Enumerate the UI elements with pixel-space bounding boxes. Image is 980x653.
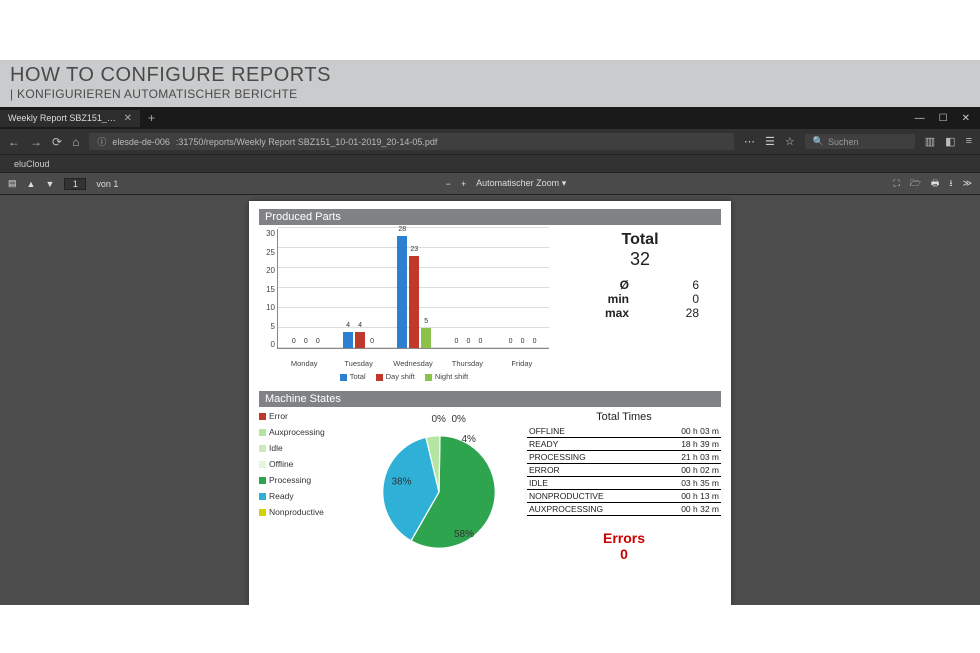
stat-max-value: 28 [673, 306, 699, 320]
info-icon[interactable]: ⓘ [97, 135, 106, 148]
machine-states-pie: 0% 0% 4% 58% 38% [359, 411, 519, 562]
stat-max-label: max [595, 306, 629, 320]
close-icon[interactable]: ✕ [124, 113, 132, 124]
produced-parts-chart: 302520151050 00044028235000000 MondayTue… [259, 229, 549, 381]
chevron-down-icon: ▾ [562, 178, 567, 188]
print-icon[interactable]: 🖶 [931, 176, 940, 192]
search-bar[interactable]: 🔍 Suchen [805, 134, 915, 149]
svg-text:38%: 38% [392, 476, 412, 487]
browser-window: Weekly Report SBZ151_10-01-2019… ✕ + — ☐… [0, 107, 980, 605]
total-times-header: Total Times [527, 411, 721, 423]
sidebar-icon[interactable]: ◧ [945, 135, 955, 148]
back-icon[interactable]: ← [8, 135, 20, 149]
produced-parts-stats: Total 32 Ø 6 min 0 max 28 [559, 229, 721, 381]
home-icon[interactable]: ⌂ [72, 135, 79, 149]
table-row: AUXPROCESSING00 h 32 m [527, 503, 721, 516]
hero-band: HOW TO CONFIGURE REPORTS | KONFIGURIEREN… [0, 60, 980, 107]
maximize-icon[interactable]: ☐ [939, 113, 948, 124]
table-row: IDLE03 h 35 m [527, 477, 721, 490]
zoom-in-icon[interactable]: + [461, 179, 466, 189]
pdf-page-of: von 1 [96, 179, 118, 189]
zoom-select[interactable]: Automatischer Zoom ▾ [476, 178, 566, 189]
pdf-page-up-icon[interactable]: ▲ [27, 179, 36, 189]
tools-icon[interactable]: ≫ [963, 178, 972, 189]
pdf-page: Produced Parts 302520151050 000440282350… [249, 201, 731, 605]
tab-title: Weekly Report SBZ151_10-01-2019… [8, 113, 118, 123]
download-icon[interactable]: ⭳ [949, 176, 952, 192]
close-window-icon[interactable]: ✕ [962, 113, 970, 124]
errors-value: 0 [527, 546, 721, 562]
svg-text:4%: 4% [462, 434, 477, 445]
pdf-page-down-icon[interactable]: ▼ [45, 179, 54, 189]
minimize-icon[interactable]: — [915, 113, 925, 124]
table-row: ERROR00 h 02 m [527, 464, 721, 477]
library-icon[interactable]: ▥ [925, 135, 935, 148]
search-icon: 🔍 [813, 136, 824, 147]
stat-min-label: min [595, 292, 629, 306]
url-path: :31750/reports/Weekly Report SBZ151_10-0… [176, 137, 438, 147]
stat-avg-value: 6 [673, 278, 699, 292]
browser-tab[interactable]: Weekly Report SBZ151_10-01-2019… ✕ [0, 110, 140, 127]
pdf-page-input[interactable] [64, 178, 86, 190]
url-bar[interactable]: ⓘ elesde-de-006 :31750/reports/Weekly Rep… [89, 133, 734, 150]
forward-icon[interactable]: → [30, 135, 42, 149]
errors-label: Errors [527, 530, 721, 546]
table-row: PROCESSING21 h 03 m [527, 451, 721, 464]
reload-icon[interactable]: ⟳ [52, 135, 62, 149]
fullscreen-icon[interactable]: ⛶ [893, 178, 899, 189]
total-times-table: OFFLINE00 h 03 m READY18 h 39 m PROCESSI… [527, 425, 721, 516]
hero-whitespace [0, 0, 980, 60]
svg-text:0%: 0% [452, 414, 467, 425]
produced-parts-header: Produced Parts [259, 209, 721, 225]
table-row: NONPRODUCTIVE00 h 13 m [527, 490, 721, 503]
zoom-out-icon[interactable]: − [446, 179, 451, 189]
more-icon[interactable]: ⋯ [744, 135, 755, 148]
bookmark-bar: eluCloud [0, 155, 980, 173]
titlebar: Weekly Report SBZ151_10-01-2019… ✕ + — ☐… [0, 107, 980, 129]
hero-subtitle: | KONFIGURIEREN AUTOMATISCHER BERICHTE [10, 87, 970, 101]
hero-title: HOW TO CONFIGURE REPORTS [10, 64, 970, 87]
new-tab-button[interactable]: + [140, 111, 163, 125]
open-icon[interactable]: 🗁 [910, 176, 921, 192]
browser-toolbar: ← → ⟳ ⌂ ⓘ elesde-de-006 :31750/reports/We… [0, 129, 980, 155]
svg-text:0%: 0% [432, 414, 447, 425]
pdf-sidebar-icon[interactable]: ▤ [8, 178, 17, 189]
machine-states-legend: ErrorAuxprocessingIdleOfflineProcessingR… [259, 411, 351, 562]
stat-total-label: Total [559, 231, 721, 249]
star-icon[interactable]: ☆ [785, 135, 795, 148]
stat-avg-label: Ø [595, 278, 629, 292]
pdf-toolbar: ▤ ▲ ▼ von 1 − + Automatischer Zoom ▾ ⛶ 🗁… [0, 173, 980, 195]
stat-min-value: 0 [673, 292, 699, 306]
svg-text:58%: 58% [454, 529, 474, 540]
search-placeholder: Suchen [828, 137, 859, 147]
reader-icon[interactable]: ☰ [765, 135, 775, 148]
stat-total-value: 32 [559, 249, 721, 270]
table-row: READY18 h 39 m [527, 438, 721, 451]
window-controls: — ☐ ✕ [915, 113, 980, 124]
menu-icon[interactable]: ≡ [966, 135, 972, 148]
pdf-viewer[interactable]: Produced Parts 302520151050 000440282350… [0, 195, 980, 605]
table-row: OFFLINE00 h 03 m [527, 425, 721, 438]
bookmark-elucloud[interactable]: eluCloud [14, 159, 50, 169]
machine-states-header: Machine States [259, 391, 721, 407]
url-host: elesde-de-006 [112, 137, 170, 147]
